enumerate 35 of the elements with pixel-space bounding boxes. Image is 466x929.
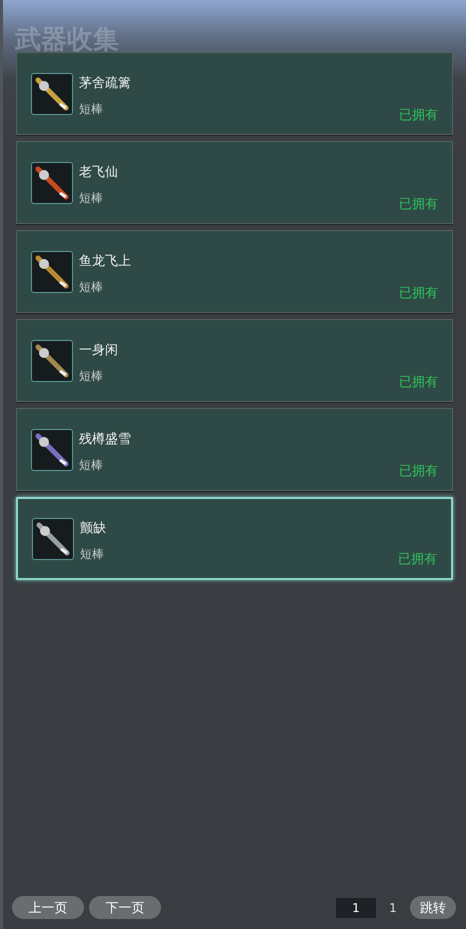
weapon-name: 颤缺 bbox=[80, 520, 106, 536]
weapon-icon bbox=[31, 340, 73, 382]
weapon-type: 短棒 bbox=[79, 456, 103, 474]
weapon-type: 短棒 bbox=[80, 546, 104, 562]
weapon-type: 短棒 bbox=[79, 368, 103, 384]
owned-status: 已拥有 bbox=[399, 285, 438, 302]
next-page-button[interactable]: 下一页 bbox=[89, 896, 161, 919]
prev-page-button[interactable]: 上一页 bbox=[12, 896, 84, 919]
weapon-card[interactable]: 颤缺 短棒 已拥有 bbox=[16, 497, 453, 580]
weapon-name: 一身闲 bbox=[79, 342, 118, 358]
owned-status: 已拥有 bbox=[399, 196, 438, 213]
weapon-card[interactable]: 残樽盛雪 短棒 已拥有 bbox=[16, 408, 453, 491]
jump-button[interactable]: 跳转 bbox=[410, 896, 456, 919]
weapon-card[interactable]: 鱼龙飞上 短棒 已拥有 bbox=[16, 230, 453, 313]
weapon-type: 短棒 bbox=[79, 100, 103, 118]
owned-status: 已拥有 bbox=[399, 463, 438, 480]
total-pages: 1 bbox=[388, 900, 398, 914]
weapon-icon bbox=[31, 72, 73, 114]
weapon-name: 残樽盛雪 bbox=[79, 430, 131, 448]
weapon-type: 短棒 bbox=[79, 190, 103, 206]
owned-status: 已拥有 bbox=[398, 551, 437, 568]
weapon-name: 茅舍疏篱 bbox=[79, 74, 131, 92]
weapon-icon bbox=[31, 250, 73, 292]
owned-status: 已拥有 bbox=[399, 374, 438, 391]
weapon-icon bbox=[32, 518, 74, 560]
weapon-name: 老飞仙 bbox=[79, 164, 118, 180]
weapon-card[interactable]: 茅舍疏篱 短棒 已拥有 bbox=[16, 52, 453, 135]
weapon-name: 鱼龙飞上 bbox=[79, 252, 131, 270]
owned-status: 已拥有 bbox=[399, 107, 438, 124]
weapon-icon bbox=[31, 162, 73, 204]
weapon-icon bbox=[31, 428, 73, 470]
page-input-field[interactable]: 1 bbox=[336, 898, 376, 918]
weapon-card[interactable]: 老飞仙 短棒 已拥有 bbox=[16, 141, 453, 224]
weapon-type: 短棒 bbox=[79, 278, 103, 296]
weapon-card[interactable]: 一身闲 短棒 已拥有 bbox=[16, 319, 453, 402]
